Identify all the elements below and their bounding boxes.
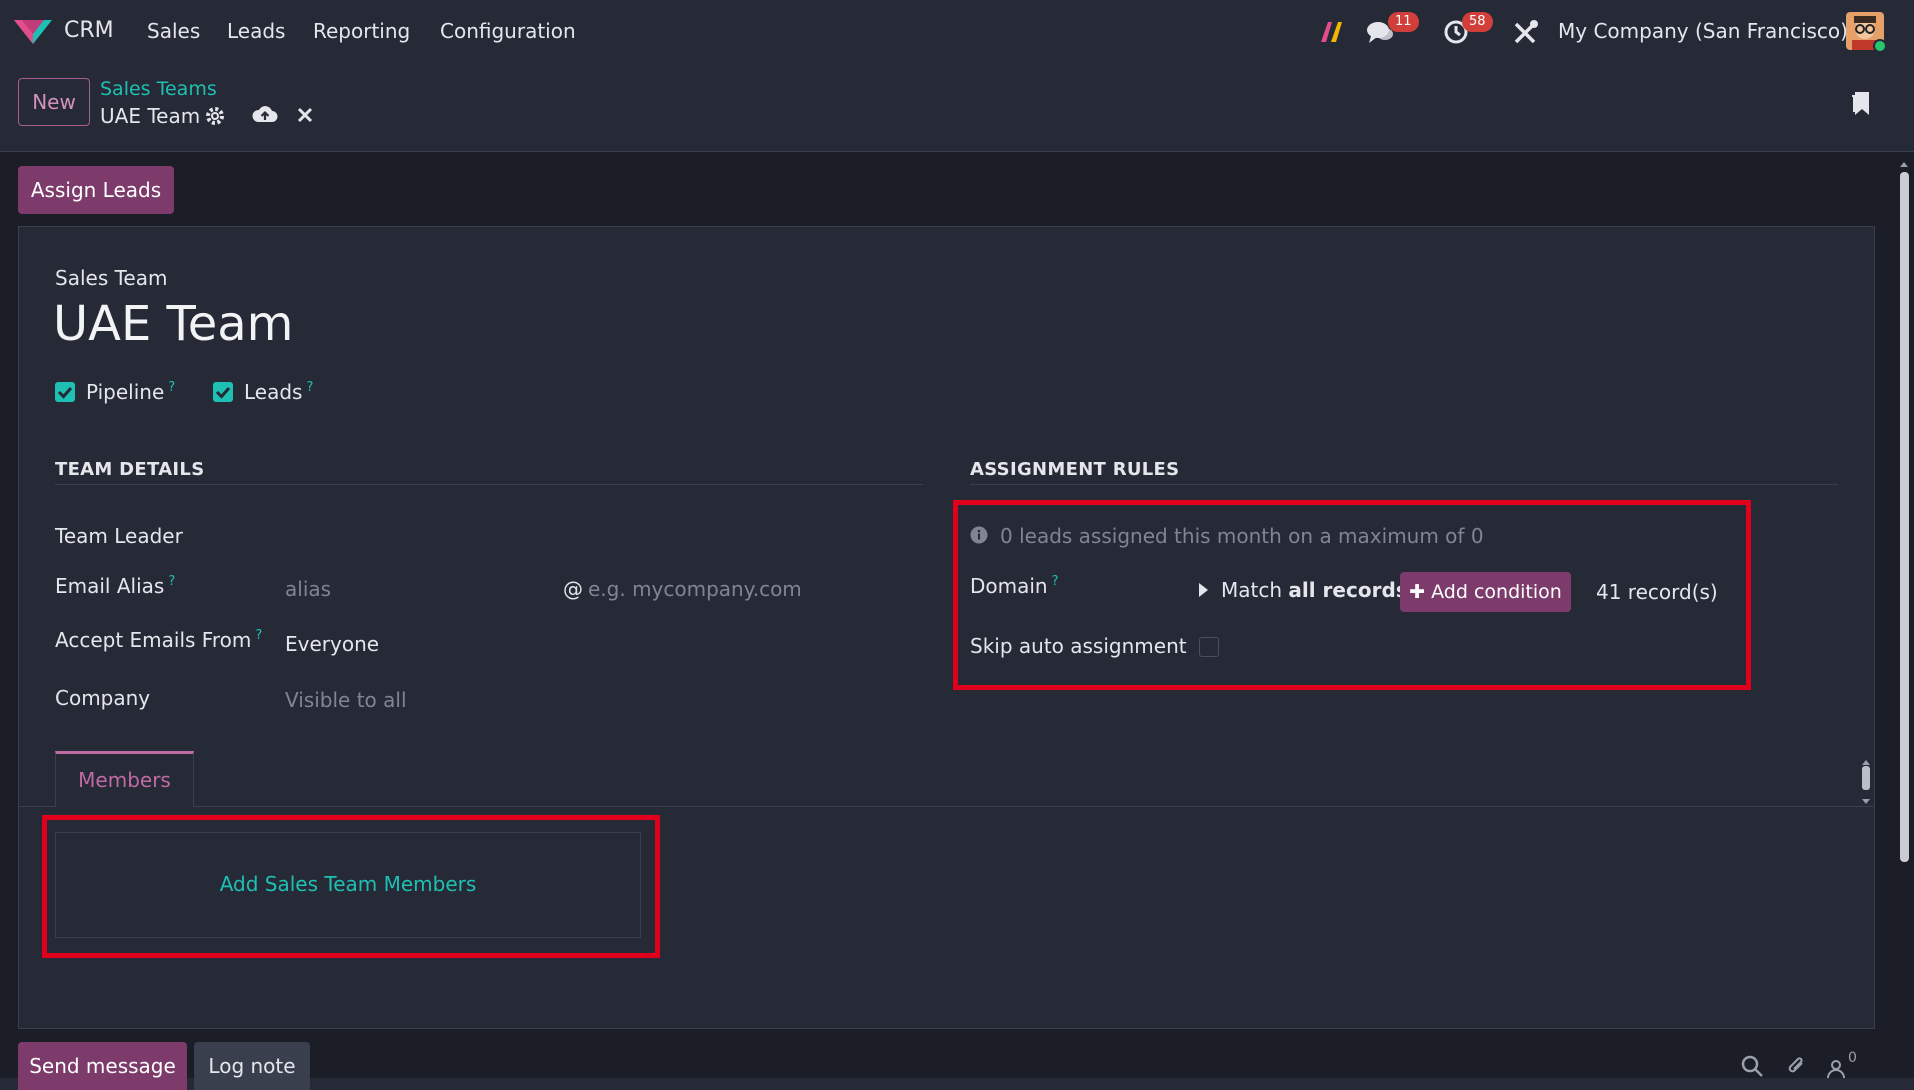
accept-emails-label: Accept Emails From?: [55, 628, 263, 652]
messages-badge: 11: [1388, 12, 1419, 32]
plus-icon: ✚: [1409, 581, 1426, 603]
menu-leads[interactable]: Leads: [227, 19, 285, 43]
breadcrumb-sales-teams[interactable]: Sales Teams: [100, 78, 217, 100]
search-icon[interactable]: [1740, 1054, 1764, 1078]
activities-badge: 58: [1462, 12, 1493, 32]
gear-icon[interactable]: [204, 105, 226, 127]
team-leader-label: Team Leader: [55, 524, 183, 548]
new-button[interactable]: New: [18, 78, 90, 126]
scroll-up-icon[interactable]: [1860, 752, 1872, 765]
menu-sales[interactable]: Sales: [147, 19, 200, 43]
tab-members[interactable]: Members: [55, 751, 194, 807]
assignment-rules-heading: ASSIGNMENT RULES: [970, 459, 1180, 480]
skip-auto-assignment-checkbox[interactable]: [1199, 637, 1219, 657]
cloud-upload-icon[interactable]: [252, 104, 278, 126]
send-message-button[interactable]: Send message: [18, 1042, 187, 1090]
company-input[interactable]: Visible to all: [285, 688, 407, 712]
company-switcher[interactable]: My Company (San Francisco): [1558, 19, 1848, 43]
leads-help-icon[interactable]: ?: [306, 380, 313, 395]
caret-right-icon[interactable]: [1197, 582, 1209, 598]
assign-leads-button[interactable]: Assign Leads: [18, 166, 174, 214]
tabs-divider: [18, 806, 1874, 807]
user-avatar[interactable]: [1846, 12, 1887, 53]
add-sales-team-members-button[interactable]: Add Sales Team Members: [55, 872, 641, 896]
domain-match-text: Match all records: [1221, 578, 1408, 602]
pipeline-help-icon[interactable]: ?: [168, 380, 175, 395]
team-details-heading: TEAM DETAILS: [55, 459, 205, 480]
records-count-link[interactable]: 41 record(s): [1596, 580, 1718, 604]
followers-count: 0: [1848, 1050, 1857, 1066]
log-note-button[interactable]: Log note: [194, 1042, 310, 1090]
pipeline-label: Pipeline?: [86, 380, 176, 404]
leads-label: Leads?: [244, 380, 314, 404]
app-logo-icon[interactable]: [12, 16, 54, 46]
domain-match-all-records: all records: [1288, 578, 1408, 602]
alias-input[interactable]: alias: [285, 577, 331, 601]
assignment-rules-divider: [970, 484, 1838, 485]
email-alias-label: Email Alias?: [55, 574, 176, 598]
domain-label: Domain?: [970, 574, 1059, 598]
domain-help-icon[interactable]: ?: [1052, 574, 1059, 589]
email-alias-help-icon[interactable]: ?: [168, 574, 175, 589]
scroll-down-icon[interactable]: [1860, 792, 1872, 804]
team-name-field[interactable]: UAE Team: [53, 296, 293, 352]
alias-domain-input[interactable]: e.g. mycompany.com: [588, 577, 802, 601]
tabs-scrollbar-thumb[interactable]: [1862, 766, 1870, 790]
page-scrollbar-thumb[interactable]: [1900, 172, 1909, 862]
control-panel: [0, 64, 1914, 152]
alias-at-sign: @: [563, 577, 583, 601]
pipeline-checkbox[interactable]: [55, 382, 75, 402]
leads-checkbox[interactable]: [213, 382, 233, 402]
accept-emails-help-icon[interactable]: ?: [255, 628, 262, 643]
app-name[interactable]: CRM: [64, 18, 114, 43]
title-label: Sales Team: [55, 266, 168, 290]
paperclip-icon[interactable]: [1784, 1054, 1808, 1078]
ai-assistant-icon[interactable]: [1318, 18, 1346, 46]
menu-configuration[interactable]: Configuration: [440, 19, 576, 43]
followers-icon[interactable]: [1826, 1058, 1846, 1079]
menu-reporting[interactable]: Reporting: [313, 19, 410, 43]
accept-emails-select[interactable]: Everyone: [285, 632, 379, 656]
info-circle-icon: [970, 526, 988, 544]
skip-auto-assignment-label: Skip auto assignment: [970, 634, 1187, 658]
page-scroll-up-icon[interactable]: [1898, 154, 1910, 167]
debug-tools-icon[interactable]: [1512, 18, 1540, 46]
bookmark-icon[interactable]: [1850, 90, 1872, 118]
breadcrumb-current: UAE Team: [100, 104, 201, 128]
assignment-info-text: 0 leads assigned this month on a maximum…: [1000, 524, 1484, 548]
add-condition-button[interactable]: ✚ Add condition: [1400, 572, 1571, 612]
company-label: Company: [55, 686, 151, 710]
team-details-divider: [55, 484, 923, 485]
discard-close-icon[interactable]: [296, 106, 314, 124]
